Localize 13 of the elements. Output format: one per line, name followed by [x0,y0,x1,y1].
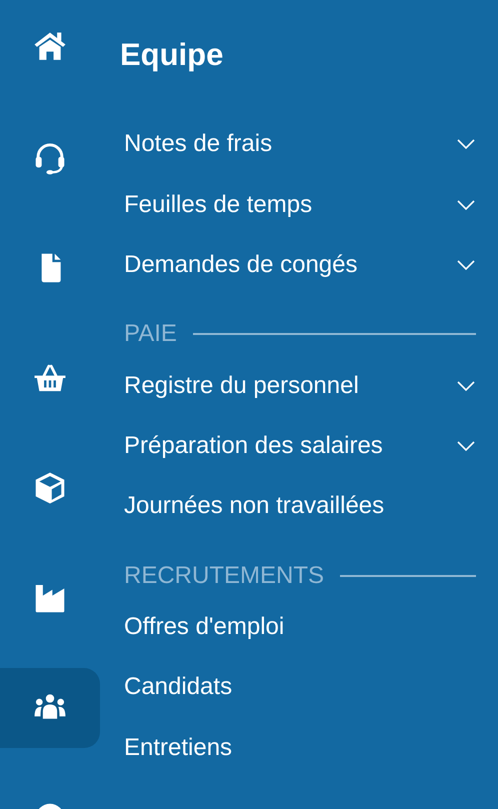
menu-item[interactable]: Offres d'emploi [124,596,476,658]
menu-item[interactable]: Demandes de congés [124,234,476,296]
menu-item[interactable]: Notes de frais [124,114,476,175]
menu-item[interactable]: Entretiens [124,718,476,778]
menu-item[interactable]: Candidats [124,657,476,718]
rail-item-active[interactable] [0,668,100,748]
menu-item[interactable]: Registre du personnel [124,356,476,416]
section-header: RECRUTEMENTS [124,562,324,590]
menu-item[interactable]: Préparation des salaires [124,416,476,476]
menu-item[interactable]: Journées non travaillées [124,476,476,537]
section-header: PAIE [124,320,177,348]
menu-item[interactable]: Feuilles de temps [124,174,476,235]
section-title: Equipe [120,36,224,74]
